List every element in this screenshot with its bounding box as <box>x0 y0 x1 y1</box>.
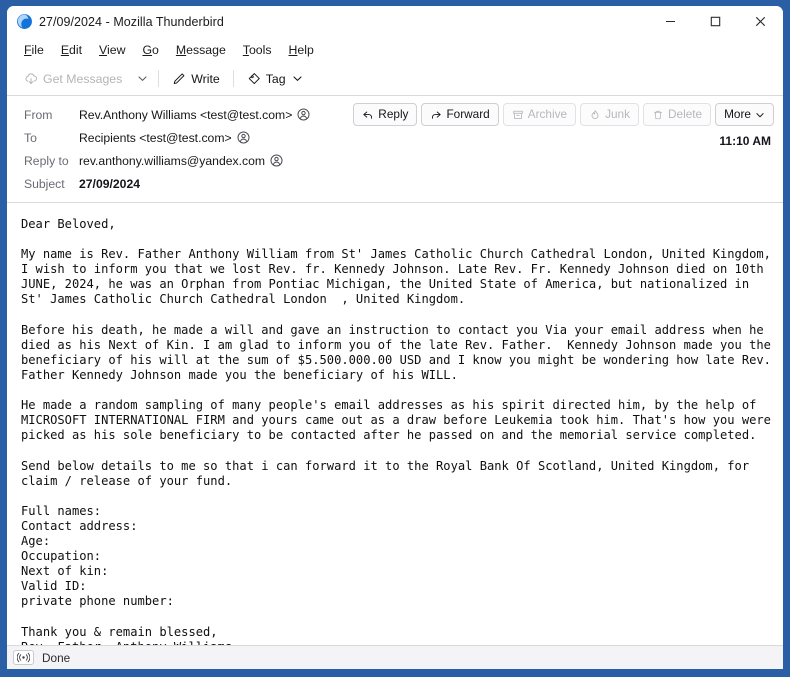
pencil-icon <box>174 72 185 84</box>
tag-button[interactable]: Tag <box>239 68 311 90</box>
window-controls <box>648 6 783 37</box>
header-value-to[interactable]: Recipients <test@test.com> <box>79 131 250 145</box>
header-label-to: To <box>24 130 37 145</box>
junk-label: Junk <box>605 107 630 121</box>
junk-button[interactable]: Junk <box>580 103 639 126</box>
main-toolbar: Get Messages Write Tag <box>7 62 783 96</box>
menu-bar: File Edit View Go Message Tools Help <box>7 37 783 62</box>
header-value-subject: 27/09/2024 <box>79 177 140 191</box>
archive-button[interactable]: Archive <box>502 103 577 126</box>
tag-icon <box>248 72 260 84</box>
contact-avatar-icon[interactable] <box>237 131 250 144</box>
chevron-down-icon <box>293 76 302 81</box>
thunderbird-window: 27/09/2024 - Mozilla Thunderbird File Ed… <box>7 6 783 669</box>
broadcast-signal-icon[interactable] <box>13 650 34 665</box>
header-value-from[interactable]: Rev.Anthony Williams <test@test.com> <box>79 108 310 122</box>
subject-text: 27/09/2024 <box>79 176 140 191</box>
archive-box-icon <box>513 110 523 119</box>
reply-label: Reply <box>378 107 409 121</box>
menu-message[interactable]: Message <box>168 40 234 60</box>
archive-label: Archive <box>527 107 568 121</box>
thunderbird-logo-icon <box>17 14 32 29</box>
junk-flame-icon <box>591 109 599 119</box>
delete-button[interactable]: Delete <box>643 103 712 126</box>
get-messages-button[interactable]: Get Messages <box>16 68 130 90</box>
write-button[interactable]: Write <box>164 68 227 90</box>
message-body-text: Dear Beloved, My name is Rev. Father Ant… <box>21 217 771 645</box>
to-address-text: Recipients <test@test.com> <box>79 130 232 145</box>
from-address-text: Rev.Anthony Williams <test@test.com> <box>79 107 293 122</box>
broadcast-signal-glyph <box>17 652 30 663</box>
contact-avatar-icon[interactable] <box>270 154 283 167</box>
menu-file[interactable]: File <box>16 40 52 60</box>
window-frame: 27/09/2024 - Mozilla Thunderbird File Ed… <box>0 0 790 677</box>
minimize-button[interactable] <box>648 6 693 37</box>
header-label-subject: Subject <box>24 176 65 191</box>
header-label-reply-to: Reply to <box>24 153 69 168</box>
reply-to-address-text: rev.anthony.williams@yandex.com <box>79 153 266 168</box>
menu-view[interactable]: View <box>91 40 133 60</box>
close-button[interactable] <box>738 6 783 37</box>
message-header: Reply Forward Archive Junk Delete More 1… <box>7 96 783 203</box>
cloud-download-icon <box>25 72 37 84</box>
delete-label: Delete <box>668 107 703 121</box>
reply-button[interactable]: Reply <box>353 103 418 126</box>
forward-label: Forward <box>446 107 490 121</box>
menu-tools[interactable]: Tools <box>235 40 280 60</box>
status-bar: Done <box>7 645 783 669</box>
header-row-to: To Recipients <test@test.com> <box>7 126 783 149</box>
forward-arrow-icon <box>432 111 442 119</box>
header-label-from: From <box>24 107 53 122</box>
get-messages-dropdown[interactable] <box>132 69 153 88</box>
menu-help[interactable]: Help <box>281 40 322 60</box>
close-icon <box>755 16 766 27</box>
header-row-subject: Subject 27/09/2024 <box>7 172 783 195</box>
maximize-icon <box>710 16 721 27</box>
toolbar-separator <box>158 70 160 87</box>
tag-label: Tag <box>265 71 286 86</box>
minimize-icon <box>666 20 675 23</box>
window-title: 27/09/2024 - Mozilla Thunderbird <box>39 14 224 29</box>
maximize-button[interactable] <box>693 6 738 37</box>
message-timestamp: 11:10 AM <box>719 134 771 148</box>
forward-button[interactable]: Forward <box>421 103 499 126</box>
more-label: More <box>724 107 751 121</box>
get-messages-label: Get Messages <box>43 71 123 86</box>
menu-edit[interactable]: Edit <box>53 40 90 60</box>
menu-go[interactable]: Go <box>134 40 166 60</box>
header-row-reply-to: Reply to rev.anthony.williams@yandex.com <box>7 149 783 172</box>
chevron-down-icon <box>756 112 764 117</box>
toolbar-separator-2 <box>232 70 234 87</box>
contact-avatar-icon[interactable] <box>297 108 310 121</box>
trash-icon <box>653 110 663 119</box>
title-bar: 27/09/2024 - Mozilla Thunderbird <box>7 6 783 37</box>
more-button[interactable]: More <box>715 103 774 126</box>
header-value-reply-to[interactable]: rev.anthony.williams@yandex.com <box>79 154 283 168</box>
status-text: Done <box>42 650 71 665</box>
reply-arrow-icon <box>363 111 373 119</box>
chevron-down-icon <box>138 76 147 81</box>
message-body-pane[interactable]: isk.com Dear Beloved, My name is Rev. Fa… <box>7 203 783 645</box>
write-label: Write <box>191 71 220 86</box>
message-action-buttons: Reply Forward Archive Junk Delete More <box>353 103 774 126</box>
